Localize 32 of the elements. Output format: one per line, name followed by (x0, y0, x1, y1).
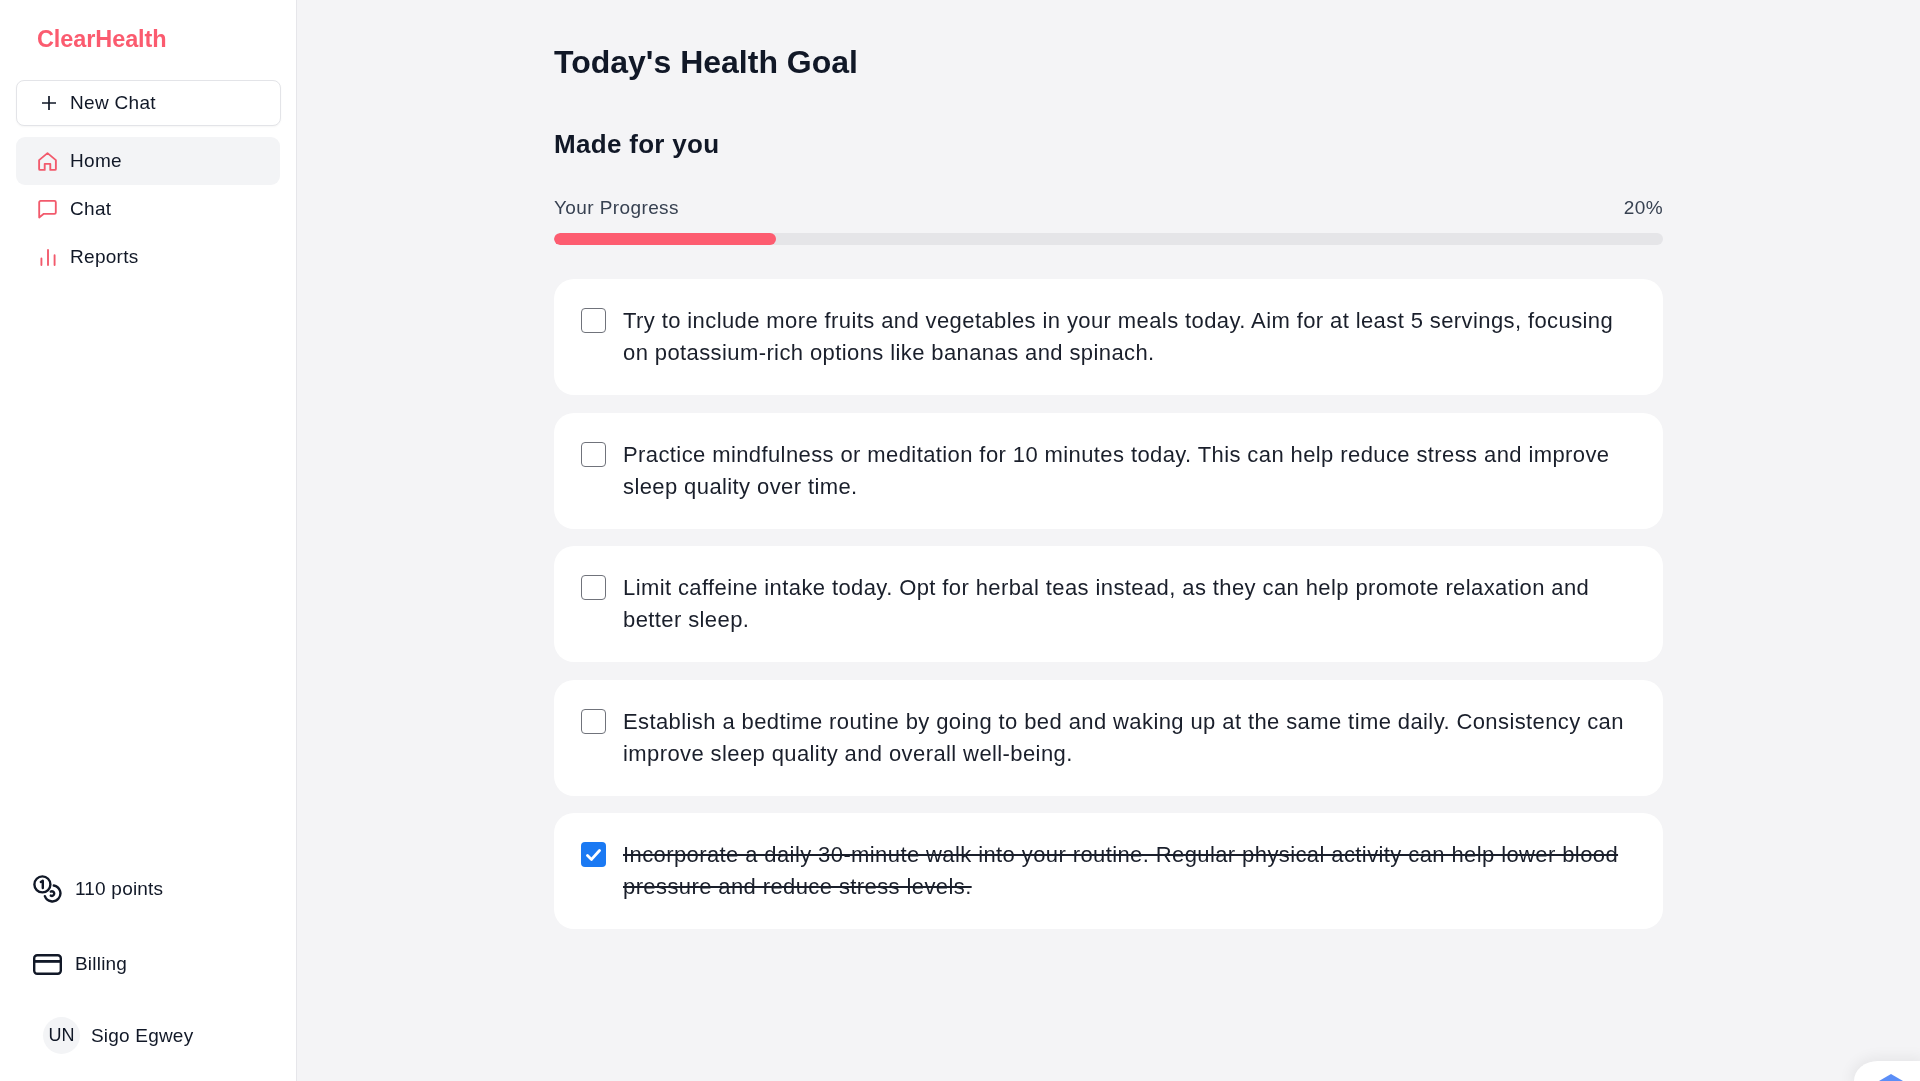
bar-chart-icon (39, 247, 56, 267)
logo: ClearHealth (37, 25, 167, 53)
floating-button[interactable] (1854, 1061, 1920, 1081)
plus-icon (42, 96, 56, 110)
triangle-icon (1879, 1074, 1903, 1081)
goal-text: Try to include more fruits and vegetables in your meals today. Aim for at least 5 servings, focusing on potassium-rich options like bananas and spinach. (623, 307, 1615, 367)
goal-text: Limit caffeine intake today. Opt for herbal teas instead, as they can help promote relaxation and better sleep. (623, 574, 1591, 634)
goal-text: Incorporate a daily 30-minute walk into your routine. Regular physical activity can help lower blood pressure and reduce stress levels. (623, 841, 1620, 901)
points-label: 110 points (75, 878, 164, 900)
nav-item[interactable]: Home (16, 137, 280, 185)
nav-item[interactable]: Reports (16, 233, 280, 281)
chat-bubble-icon (38, 199, 57, 219)
coins-icon (33, 875, 62, 903)
checkbox[interactable] (581, 308, 606, 333)
checkmark-icon (586, 848, 601, 861)
credit-card-icon (33, 953, 62, 975)
user-name: Sigo Egwey (91, 1024, 194, 1047)
progress-percentage: 20% (1623, 196, 1663, 220)
billing-link[interactable]: Billing (33, 944, 128, 984)
avatar: UN (43, 1017, 80, 1054)
checkbox[interactable] (581, 842, 606, 867)
home-icon (38, 151, 57, 171)
checkbox[interactable] (581, 441, 606, 467)
goal-text: Practice mindfulness or meditation for 10 minutes today. This can help reduce stress and improve sleep quality over time. (623, 440, 1611, 501)
checkbox[interactable] (581, 575, 606, 600)
goal-text: Establish a bedtime routine by going to bed and waking up at the same time daily. Consistency can improve sleep quality and overall well-being. (623, 707, 1625, 768)
section-heading: Made for you (554, 128, 721, 160)
new-chat-button[interactable]: New Chat (16, 80, 281, 126)
progress-label: Your Progress (554, 196, 679, 220)
nav-item[interactable]: Chat (16, 185, 280, 233)
page-title: Today's Health Goal (554, 43, 859, 82)
checkbox[interactable] (581, 708, 606, 734)
